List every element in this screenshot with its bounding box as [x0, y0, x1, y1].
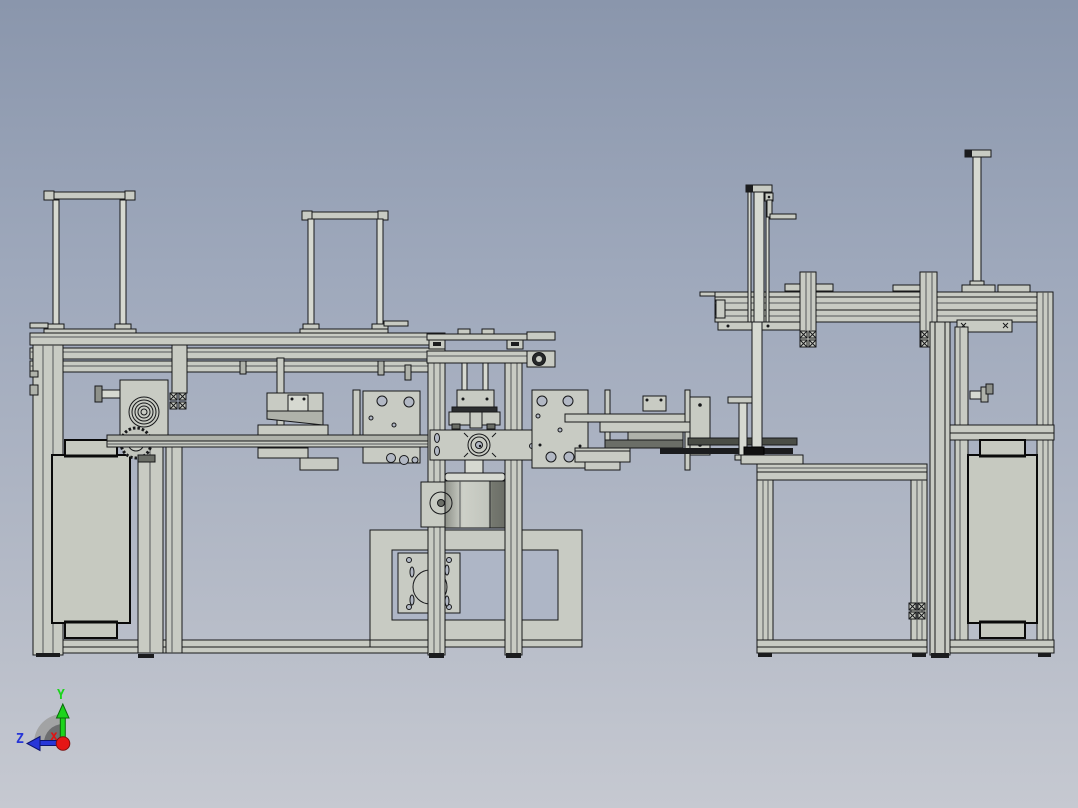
z-axis-label: Z	[16, 732, 24, 747]
cad-canvas[interactable]: Y Z x	[0, 0, 1078, 808]
cad-viewport[interactable]: Y Z x	[0, 0, 1078, 808]
center-index-plate[interactable]	[429, 429, 543, 461]
center-base-assembly[interactable]	[369, 529, 583, 648]
beam-post-1[interactable]	[799, 271, 817, 348]
transfer-rail-lower[interactable]	[660, 448, 793, 454]
right-side-panel[interactable]	[967, 439, 1038, 639]
right-main-column[interactable]	[929, 321, 951, 658]
x-axis-ball[interactable]	[55, 736, 71, 751]
y-axis-label: Y	[57, 688, 65, 703]
left-side-panel[interactable]	[51, 439, 131, 639]
